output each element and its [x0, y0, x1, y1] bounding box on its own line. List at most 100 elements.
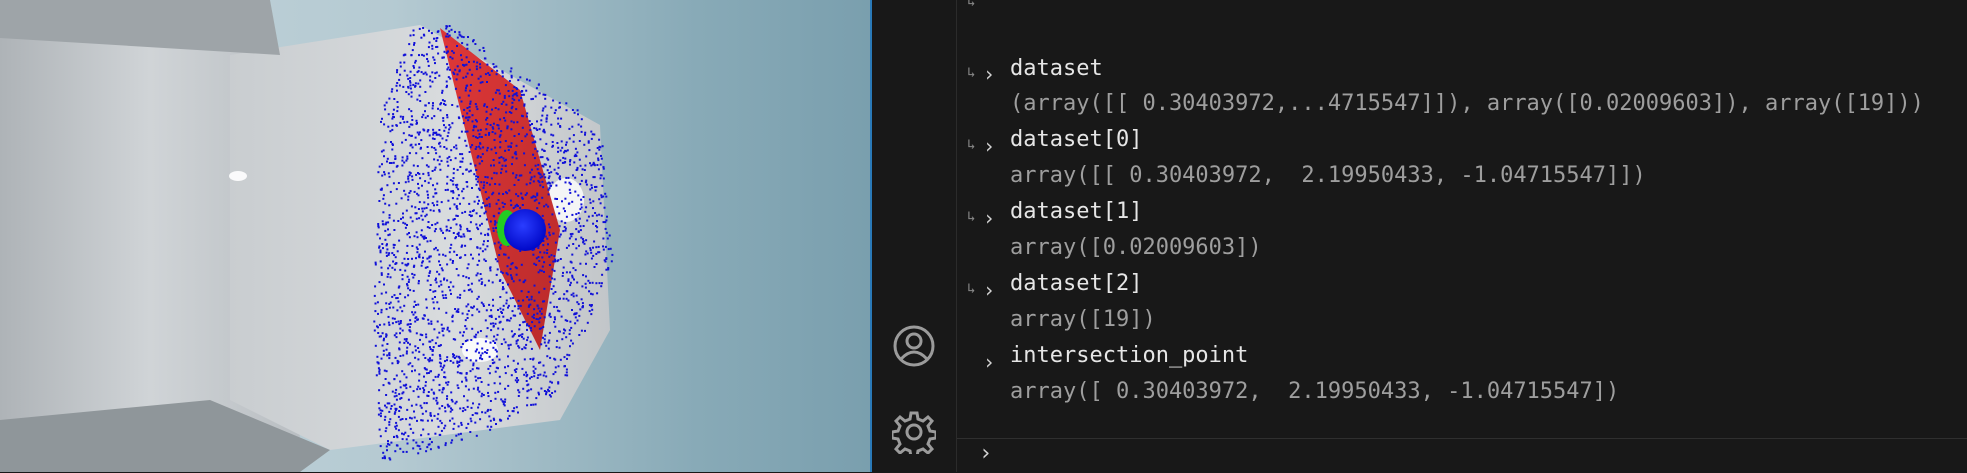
point — [424, 384, 427, 387]
point — [386, 275, 389, 278]
point — [434, 290, 437, 293]
point — [591, 163, 594, 166]
point — [522, 387, 525, 390]
point — [458, 356, 461, 359]
console-result[interactable]: › array([[ 0.30403972, 2.19950433, -1.04… — [957, 101, 1646, 188]
point — [605, 219, 608, 222]
point — [580, 198, 583, 201]
point — [422, 33, 425, 36]
point — [391, 390, 394, 393]
point — [503, 117, 506, 119]
point — [378, 200, 381, 202]
point — [398, 341, 401, 344]
point — [442, 366, 445, 369]
point — [498, 315, 501, 318]
account-icon[interactable] — [892, 324, 936, 368]
point — [484, 133, 487, 136]
point — [399, 65, 402, 68]
point — [441, 269, 444, 272]
point — [562, 266, 565, 269]
console-input[interactable]: › — [957, 438, 1967, 473]
point — [456, 73, 459, 76]
point — [570, 326, 573, 329]
point — [408, 278, 411, 281]
point — [576, 151, 579, 154]
point — [466, 405, 469, 408]
scene-canvas[interactable] — [0, 0, 870, 472]
point — [478, 133, 481, 136]
point — [486, 327, 489, 330]
point — [425, 410, 428, 413]
point — [590, 130, 593, 133]
point — [389, 418, 392, 421]
point — [383, 173, 386, 176]
point — [542, 186, 545, 189]
point — [529, 171, 532, 174]
point — [584, 164, 587, 167]
point — [387, 267, 390, 270]
point — [394, 356, 397, 359]
point — [522, 93, 525, 96]
point — [517, 79, 520, 82]
point — [461, 160, 464, 163]
point — [449, 281, 452, 284]
point — [494, 317, 497, 320]
console-result[interactable]: › array([ 0.30403972, 2.19950433, -1.047… — [957, 317, 1619, 404]
point — [432, 290, 435, 293]
point — [499, 134, 502, 137]
point — [550, 171, 553, 174]
point — [419, 100, 422, 102]
point — [382, 353, 385, 356]
point — [408, 174, 411, 177]
point — [492, 346, 495, 349]
point — [387, 381, 390, 384]
point — [441, 405, 444, 407]
point — [469, 89, 472, 92]
point — [398, 347, 401, 350]
point — [475, 348, 478, 351]
point — [409, 323, 412, 325]
point — [403, 161, 406, 164]
point — [411, 365, 414, 368]
gear-icon[interactable] — [890, 410, 938, 459]
point — [479, 418, 482, 421]
point — [572, 174, 574, 177]
point — [492, 298, 494, 301]
point — [441, 137, 444, 140]
point — [526, 396, 529, 399]
point — [540, 387, 543, 390]
point — [434, 223, 437, 226]
point — [515, 342, 518, 345]
console-result[interactable]: › array([0.02009603]) — [957, 173, 1262, 260]
point — [427, 322, 430, 325]
point — [570, 293, 573, 296]
point — [382, 451, 385, 454]
console-result[interactable]: › (array([[ 0.30403972,...4715547]]), ar… — [957, 29, 1924, 116]
point — [442, 297, 445, 299]
point — [409, 70, 412, 73]
point — [478, 162, 481, 165]
point — [385, 302, 388, 305]
3d-viewport[interactable] — [0, 0, 870, 472]
point — [590, 184, 593, 187]
point — [493, 171, 496, 174]
point — [399, 380, 402, 383]
point — [589, 247, 592, 250]
point — [461, 190, 464, 193]
point — [486, 176, 489, 179]
point — [523, 164, 526, 167]
point — [411, 123, 414, 126]
expand-chevron-icon[interactable]: › — [983, 347, 995, 377]
point — [513, 305, 516, 308]
console-result[interactable]: › array([19]) — [957, 245, 1156, 332]
point — [488, 303, 491, 306]
point — [538, 291, 541, 294]
point — [536, 168, 539, 171]
point — [422, 387, 425, 390]
point — [485, 198, 488, 201]
point — [492, 229, 495, 232]
point — [392, 108, 395, 111]
point — [501, 281, 504, 284]
point — [395, 202, 398, 205]
point — [415, 257, 417, 260]
